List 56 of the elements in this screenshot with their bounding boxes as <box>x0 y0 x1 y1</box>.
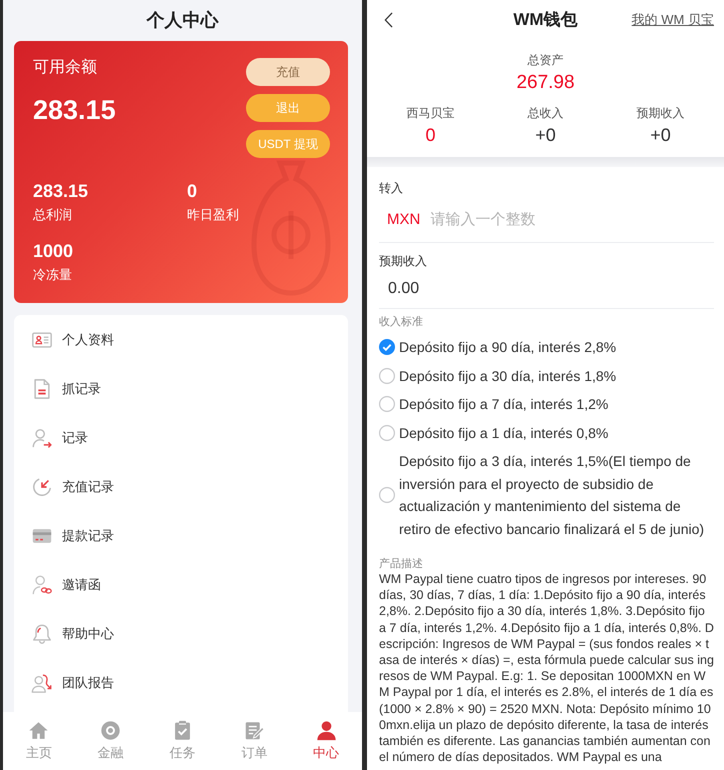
summary-value: +0 <box>534 124 557 146</box>
circle-arrow-icon <box>31 476 53 498</box>
stat-label: 昨日盈利 <box>187 206 240 224</box>
section-label: 收入标准 <box>379 315 424 329</box>
user-link-icon <box>31 574 53 596</box>
header-link[interactable]: 我的 WM 贝宝 <box>632 10 724 30</box>
summary-value: 0 <box>424 124 436 146</box>
balance-label: 可用余额 <box>33 58 98 78</box>
radio-icon[interactable] <box>379 396 395 412</box>
summary-label: 西马贝宝 <box>406 105 456 121</box>
user-icon <box>316 720 337 741</box>
total-assets-value: 267.98 <box>515 72 576 94</box>
disc-icon <box>100 720 122 741</box>
product-description: WM Paypal tiene cuatro tipos de ingresos por intereses. 90 días, 30 días, 7 días, 1 día: 1.Depósito fijo a 90 día, interés 2,8%. 2.Depósito fijo a 30 día, interés 1,8%. 3.Depósito fijo a 7 día, interés 1,2%. 4.Depósito fijo a 1 día, interés 0,8%. Descripción: Ingresos de WM Paypal = (sus fondos reales × tasa de interés × días) =, esta fórmula puede calcular sus ingresos de WM Paypal. E.g: 1. Se depositan 1000MXN en WM Paypal por 1 día, el interés es 2.8%, el interés de 1 día es (1000 × 2.8% × 90) = 2520 MXN. Nota: Depósito mínimo 100mxn.elija un plazo de depósito diferente, la tasa de interés también es diferente. Las ganancias también aumentan con el número de días depositados. WM Paypal es una <box>379 571 714 766</box>
expected-income-value: 0.00 <box>379 269 714 309</box>
radio-option[interactable]: Depósito fijo a 7 día, interés 1,2% <box>379 390 714 418</box>
summary-label: 总收入 <box>526 105 564 121</box>
note-pencil-icon <box>244 720 265 741</box>
stat-value: 0 <box>187 180 198 202</box>
radio-icon[interactable] <box>379 424 395 441</box>
menu-item[interactable]: 充值记录 <box>14 462 348 511</box>
menu-item[interactable]: 邀请函 <box>14 560 348 609</box>
stat-label: 总利润 <box>33 206 73 224</box>
summary-value: +0 <box>649 124 672 146</box>
radio-option[interactable]: Depósito fijo a 30 día, interés 1,8% <box>379 362 714 390</box>
radio-icon[interactable] <box>379 487 395 503</box>
recharge-button[interactable]: 充值 <box>246 58 330 86</box>
menu-item[interactable]: 抓记录 <box>14 364 348 413</box>
user-arrow-icon <box>31 426 53 448</box>
back-icon[interactable] <box>384 12 393 28</box>
menu-item[interactable]: 记录 <box>14 413 348 462</box>
menu-item[interactable]: 帮助中心 <box>14 609 348 658</box>
menu-item[interactable]: 团队报告 <box>14 658 348 707</box>
radio-option[interactable]: Depósito fijo a 1 día, interés 0,8% <box>379 418 714 447</box>
radio-checked-icon[interactable] <box>379 339 395 356</box>
stat-value: 283.15 <box>33 180 90 202</box>
page-title: WM钱包 <box>513 9 578 32</box>
tab-bar-item[interactable]: 中心 <box>290 712 362 770</box>
bell-icon <box>31 622 53 644</box>
menu-item[interactable]: 个人资料 <box>14 315 348 364</box>
radio-icon[interactable] <box>379 368 395 384</box>
menu-item[interactable]: 提款记录 <box>14 511 348 560</box>
balance-amount: 283.15 <box>33 94 116 126</box>
home-icon <box>28 720 50 741</box>
summary-label: 预期收入 <box>636 105 686 121</box>
field-label: 预期收入 <box>379 253 428 269</box>
total-assets-label: 总资产 <box>528 52 564 68</box>
stat-value: 1000 <box>33 240 74 262</box>
page-title: 个人中心 <box>145 9 220 32</box>
field-label: 转入 <box>379 180 404 196</box>
stat-label: 冷冻量 <box>33 266 73 284</box>
section-label: 产品描述 <box>379 557 424 571</box>
users-icon <box>31 672 53 694</box>
radio-option[interactable]: Depósito fijo a 3 día, interés 1,5%(El tiempo de inversión para el proyecto de subsidio de actualización y mantenimiento del sistema de retiro de efectivo bancario finalizará el 5 de junio) <box>379 447 714 543</box>
radio-option[interactable]: Depósito fijo a 90 día, interés 2,8% <box>379 333 714 362</box>
currency-label: MXN <box>387 210 420 230</box>
